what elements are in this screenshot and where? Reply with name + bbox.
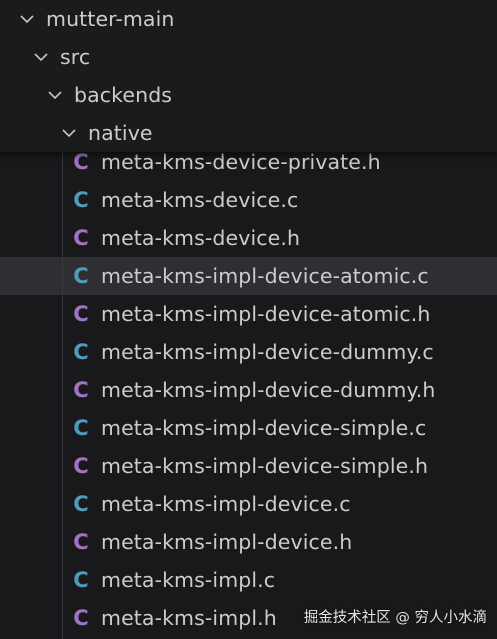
file-label: meta-kms-impl-device-simple.h xyxy=(101,454,429,478)
file-row[interactable]: Cmeta-kms-impl-device-simple.c xyxy=(0,409,497,447)
file-row[interactable]: Cmeta-kms-impl-device-dummy.h xyxy=(0,371,497,409)
file-row[interactable]: Cmeta-kms-impl.c xyxy=(0,561,497,599)
watermark-text: 掘金技术社区 @ 穷人小水滴 xyxy=(303,610,487,626)
chevron-down-icon xyxy=(59,123,79,143)
file-row[interactable]: Cmeta-kms-impl-device.c xyxy=(0,485,497,523)
file-row[interactable]: Cmeta-kms-impl-device-atomic.h xyxy=(0,295,497,333)
file-label: meta-kms-impl-device.h xyxy=(101,530,353,554)
folder-label: native xyxy=(88,121,153,145)
file-label: meta-kms-impl.c xyxy=(101,568,276,592)
c-header-file-icon: C xyxy=(73,226,89,250)
file-label: meta-kms-impl-device-simple.c xyxy=(101,416,427,440)
c-file-icon: C xyxy=(73,264,89,288)
folder-label: mutter-main xyxy=(46,7,175,31)
c-header-file-icon: C xyxy=(73,530,89,554)
file-label: meta-kms-impl.h xyxy=(101,606,277,630)
c-header-file-icon: C xyxy=(73,454,89,478)
c-file-icon: C xyxy=(73,188,89,212)
file-label: meta-kms-impl-device-dummy.h xyxy=(101,378,436,402)
chevron-down-icon xyxy=(45,85,65,105)
folder-label: src xyxy=(60,45,91,69)
c-header-file-icon: C xyxy=(73,302,89,326)
c-header-file-icon: C xyxy=(73,606,89,630)
file-row[interactable]: Cmeta-kms-impl-device-dummy.c xyxy=(0,333,497,371)
c-header-file-icon: C xyxy=(73,378,89,402)
file-label: meta-kms-device.h xyxy=(101,226,301,250)
folder-row-native[interactable]: native xyxy=(0,114,497,152)
file-explorer: mutter-main src backends native Cmeta-km… xyxy=(0,0,497,639)
file-row[interactable]: Cmeta-kms-impl-device-simple.h xyxy=(0,447,497,485)
file-label: meta-kms-impl-device.c xyxy=(101,492,351,516)
file-label: meta-kms-impl-device-atomic.c xyxy=(101,264,429,288)
folder-row-src[interactable]: src xyxy=(0,38,497,76)
chevron-down-icon xyxy=(31,47,51,67)
file-row[interactable]: Cmeta-kms-device.c xyxy=(0,181,497,219)
file-label: meta-kms-impl-device-atomic.h xyxy=(101,302,431,326)
indent-guide xyxy=(62,152,63,639)
file-label: meta-kms-impl-device-dummy.c xyxy=(101,340,434,364)
c-file-icon: C xyxy=(73,568,89,592)
file-row[interactable]: Cmeta-kms-device.h xyxy=(0,219,497,257)
chevron-down-icon xyxy=(17,9,37,29)
folder-label: backends xyxy=(74,83,173,107)
c-file-icon: C xyxy=(73,492,89,516)
file-row[interactable]: Cmeta-kms-impl-device.h xyxy=(0,523,497,561)
folder-row-mutter-main[interactable]: mutter-main xyxy=(0,0,497,38)
file-row[interactable]: Cmeta-kms-impl-device-atomic.c xyxy=(0,257,497,295)
sticky-folder-header: mutter-main src backends native xyxy=(0,0,497,152)
file-label: meta-kms-device.c xyxy=(101,188,299,212)
folder-row-backends[interactable]: backends xyxy=(0,76,497,114)
c-file-icon: C xyxy=(73,416,89,440)
c-file-icon: C xyxy=(73,340,89,364)
